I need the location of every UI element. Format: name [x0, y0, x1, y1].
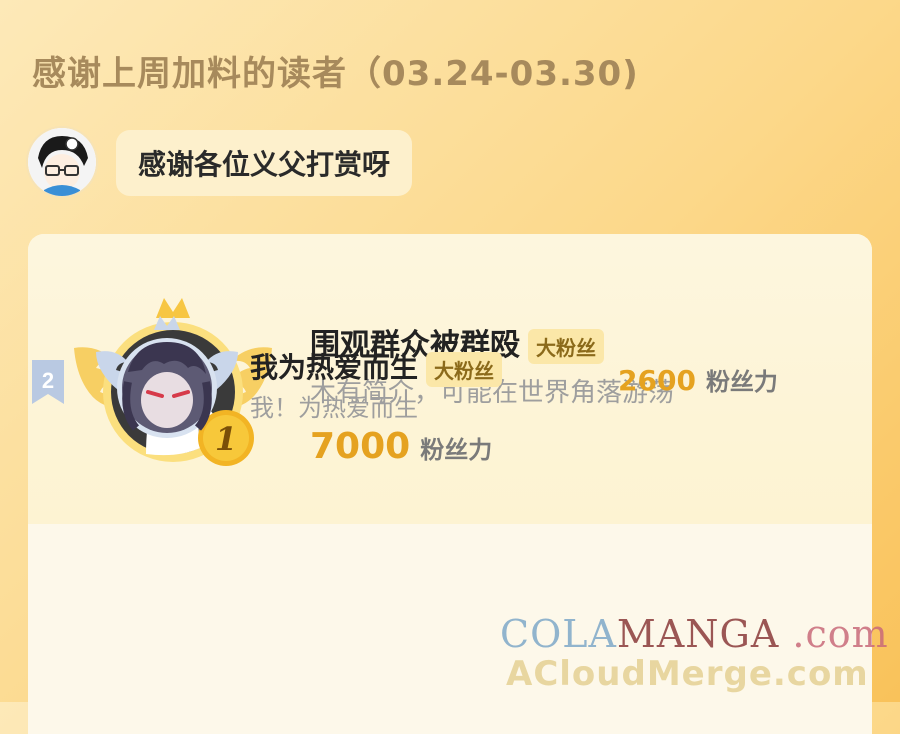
host-message: 感谢各位义父打赏呀	[138, 148, 391, 181]
watermark-part-c: .com	[779, 612, 889, 656]
watermark-acloudmerge: ACloudMerge.com	[506, 654, 869, 694]
rank-2-description: 我！为热爱而生	[250, 394, 418, 422]
rank-2-score-row: 2600 粉丝力	[618, 362, 778, 397]
rank-2-fan-tag: 大粉丝	[426, 351, 503, 387]
rank-2-badge-icon: 2	[32, 360, 64, 404]
rank-1-fan-tag: 大粉丝	[528, 329, 604, 364]
silver-medal-avatar-icon	[96, 316, 238, 438]
rank-2-number: 2	[42, 368, 54, 393]
rank-1-score: 7000	[310, 426, 411, 467]
page-title: 感谢上周加料的读者（03.24-03.30)	[32, 54, 639, 94]
watermark-part-a: COLA	[500, 612, 617, 656]
watermark-part-b: MANGA	[616, 612, 780, 656]
rank-2-score-unit: 粉丝力	[705, 368, 778, 396]
rank-2-name-row: 我为热爱而生 大粉丝	[250, 346, 503, 387]
rank-1-score-row: 7000 粉丝力	[310, 426, 492, 467]
host-avatar[interactable]	[28, 128, 96, 196]
rank-2-name[interactable]: 我为热爱而生	[250, 351, 418, 384]
rank-1-score-unit: 粉丝力	[420, 436, 493, 464]
host-message-bubble: 感谢各位义父打赏呀	[116, 130, 413, 196]
watermark-colamanga: COLAMANGA .com	[500, 612, 889, 656]
rank-2-score: 2600	[618, 364, 696, 397]
